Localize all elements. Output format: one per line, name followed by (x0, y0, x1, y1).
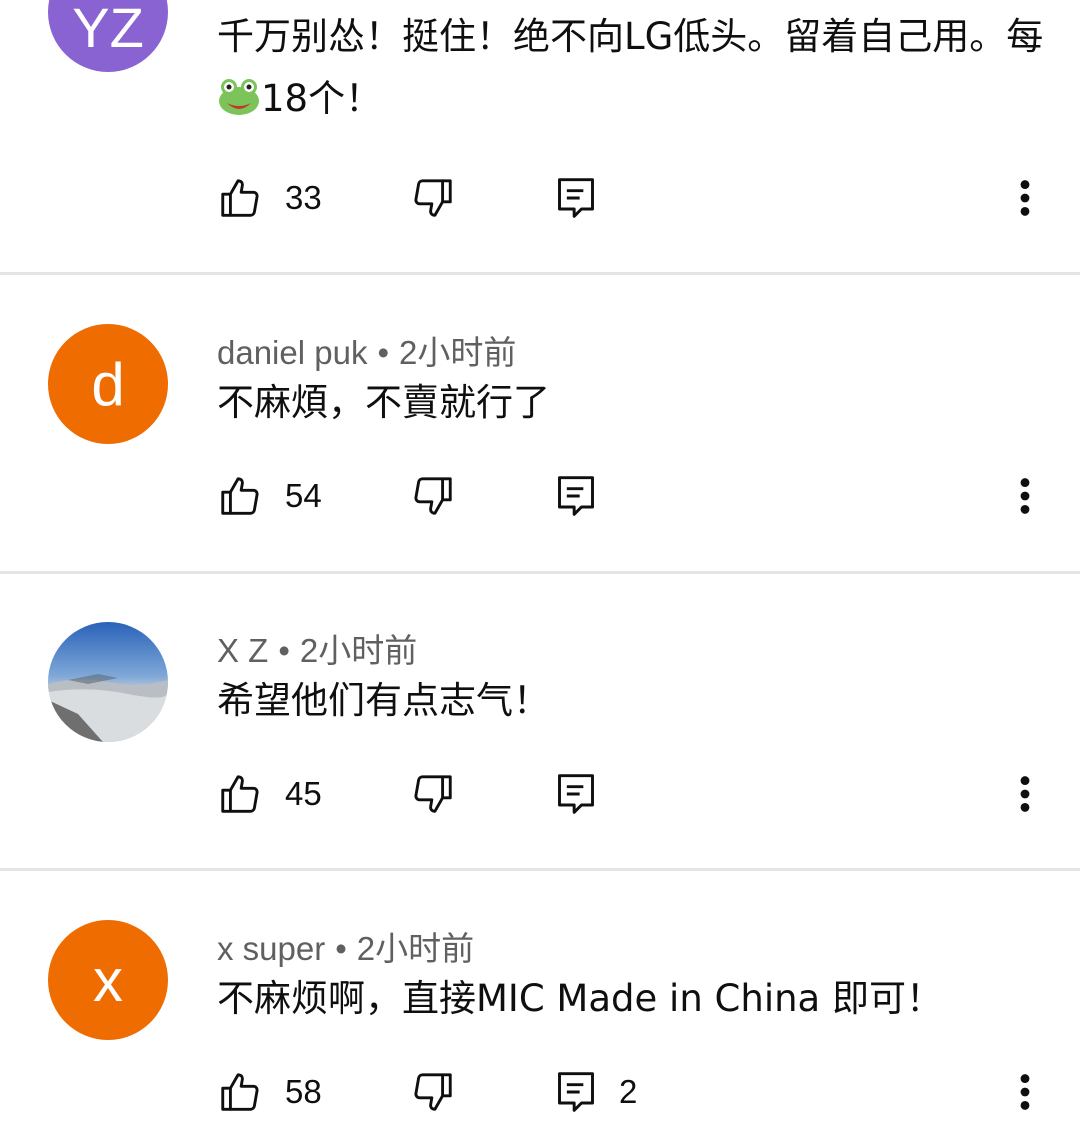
like-button[interactable]: 58 (217, 1062, 322, 1122)
avatar[interactable]: d (48, 324, 168, 444)
avatar[interactable]: x (48, 920, 168, 1040)
comment-meta: daniel puk • 2小时前 (217, 326, 516, 374)
comment-text: 不麻煩，不賣就行了 (217, 381, 550, 424)
comment-actions: 54 (0, 466, 1080, 526)
reply-button[interactable]: 2 (555, 1062, 637, 1122)
thumbs-up-icon (221, 1073, 259, 1111)
dislike-button[interactable] (410, 168, 456, 228)
thumbs-down-icon (414, 477, 452, 515)
comment-author[interactable]: daniel puk (217, 334, 367, 371)
like-count: 33 (285, 179, 322, 216)
comment-text-part: 18个！ (261, 77, 383, 120)
thumbs-down-icon (414, 1073, 452, 1111)
comment-author[interactable]: X Z (217, 632, 268, 669)
like-button[interactable]: 45 (217, 764, 322, 824)
thumbs-down-icon (414, 775, 452, 813)
comment-icon (558, 1072, 594, 1112)
reply-button[interactable] (555, 466, 619, 526)
comment-text-part: 千万别怂！挺住！绝不向LG低头。留着自己用。每 (217, 15, 1044, 58)
more-options-button[interactable] (1010, 1062, 1040, 1122)
comment-text: 希望他们有点志气！ (217, 679, 550, 722)
dislike-button[interactable] (410, 764, 456, 824)
like-count: 58 (285, 1073, 322, 1110)
frog-emoji-icon (217, 74, 261, 115)
meta-separator: • (377, 334, 390, 371)
divider (0, 868, 1080, 871)
thumbs-up-icon (221, 775, 259, 813)
comment-meta: x super • 2小时前 (217, 922, 474, 970)
avatar-initials: YZ (72, 0, 144, 59)
more-options-button[interactable] (1010, 466, 1040, 526)
divider (0, 571, 1080, 574)
like-button[interactable]: 33 (217, 168, 322, 228)
dislike-button[interactable] (410, 1062, 456, 1122)
more-vert-icon (1020, 180, 1030, 216)
comment-icon (558, 178, 594, 218)
like-count: 45 (285, 775, 322, 812)
more-vert-icon (1020, 478, 1030, 514)
avatar[interactable] (48, 622, 168, 742)
comment-icon (558, 476, 594, 516)
comment-time: 2小时前 (399, 334, 517, 371)
reply-button[interactable] (555, 764, 619, 824)
comment-icon (558, 774, 594, 814)
more-vert-icon (1020, 1074, 1030, 1110)
comment-text: 不麻烦啊，直接MIC Made in China 即可！ (217, 977, 943, 1020)
comment-meta: X Z • 2小时前 (217, 624, 417, 672)
meta-separator: • (278, 632, 290, 669)
more-options-button[interactable] (1010, 764, 1040, 824)
thumbs-up-icon (221, 477, 259, 515)
meta-separator: • (335, 930, 347, 967)
avatar[interactable]: YZ (48, 0, 168, 72)
more-options-button[interactable] (1010, 168, 1040, 228)
comment-time: 2小时前 (299, 632, 418, 669)
like-button[interactable]: 54 (217, 466, 322, 526)
comment-author[interactable]: x super (217, 930, 325, 967)
more-vert-icon (1020, 776, 1030, 812)
thumbs-up-icon (221, 179, 259, 217)
dislike-button[interactable] (410, 466, 456, 526)
thumbs-down-icon (414, 179, 452, 217)
reply-button[interactable] (555, 168, 619, 228)
comment-time: 2小时前 (356, 930, 475, 967)
comment-actions: 33 (0, 168, 1080, 228)
comment-actions: 58 2 (0, 1062, 1080, 1122)
avatar-initials: d (91, 350, 125, 418)
comment-actions: 45 (0, 764, 1080, 824)
reply-count: 2 (619, 1073, 638, 1110)
avatar-initials: x (93, 946, 123, 1014)
landscape-photo-icon (48, 674, 168, 742)
divider (0, 272, 1080, 275)
like-count: 54 (285, 477, 322, 514)
comment-text: 千万别怂！挺住！绝不向LG低头。留着自己用。每 18个！ (217, 6, 1047, 130)
